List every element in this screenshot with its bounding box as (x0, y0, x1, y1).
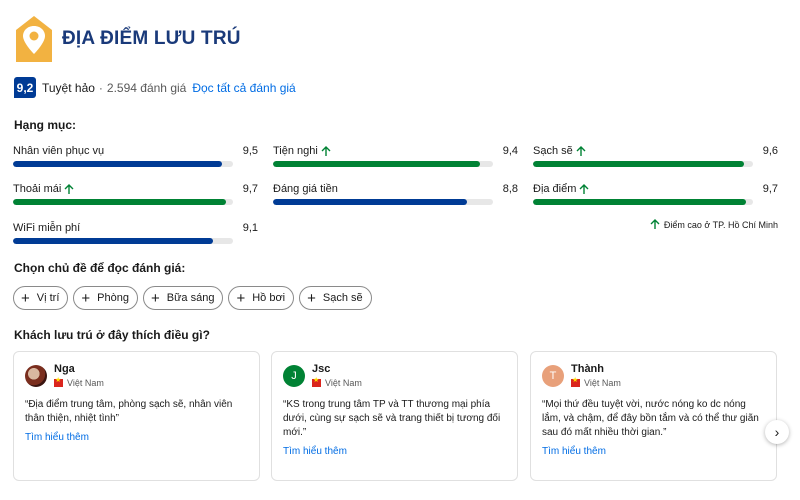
category-label: Thoải mái (13, 183, 62, 195)
plus-icon: + (81, 289, 91, 307)
vietnam-flag-icon (54, 376, 63, 387)
category-bar-fill (533, 161, 745, 167)
category-item: Sạch sẽ 9,6 (533, 144, 778, 167)
category-item: WiFi miễn phí 9,1 (13, 221, 258, 244)
review-quote: “KS trong trung tâm TP và TT thương mại … (283, 399, 501, 438)
topic-chip[interactable]: + Bữa sáng (142, 286, 224, 310)
topic-chip[interactable]: + Vị trí (13, 286, 69, 310)
avatar (25, 365, 47, 387)
reviewer-name: Thành (571, 363, 604, 375)
plus-icon: + (236, 289, 246, 307)
category-bar-fill (273, 161, 480, 167)
category-bar (13, 199, 233, 205)
topic-chip-label: Phòng (97, 292, 129, 304)
category-label: Địa điểm (533, 183, 577, 195)
vietnam-flag-icon (312, 376, 321, 387)
category-score: 9,7 (242, 183, 258, 195)
avatar: T (542, 365, 564, 387)
category-bar (533, 199, 753, 205)
score-word: Tuyệt hảo (42, 80, 95, 95)
page-title: ĐỊA ĐIỂM LƯU TRÚ (62, 28, 241, 49)
arrow-up-icon (576, 145, 586, 156)
topic-chip-label: Bữa sáng (166, 292, 215, 304)
score-badge: 9,2 (14, 77, 36, 98)
category-score: 8,8 (502, 183, 518, 195)
read-all-reviews-link[interactable]: Đọc tất cả đánh giá (192, 81, 295, 95)
avatar: J (283, 365, 305, 387)
category-label: Nhân viên phục vụ (13, 145, 105, 157)
categories-title: Hạng mục: (14, 118, 77, 132)
category-bar-fill (13, 161, 222, 167)
category-bar-fill (13, 199, 227, 205)
reviewer-name: Jsc (312, 363, 331, 375)
category-score: 9,4 (502, 145, 518, 157)
review-card: T Thành Việt Nam “Mọi thứ đều tuyệt vời, nư… (530, 351, 777, 481)
reviews-title: Khách lưu trú ở đây thích điều gì? (14, 328, 210, 342)
category-bar-fill (533, 199, 747, 205)
read-more-link[interactable]: Tìm hiểu thêm (283, 446, 506, 457)
reviewer-country: Việt Nam (571, 376, 621, 388)
score-summary: 9,2 Tuyệt hảo · 2.594 đánh giá Đọc tất c… (14, 77, 296, 98)
plus-icon: + (307, 289, 316, 307)
score-separator: · (98, 80, 103, 95)
read-more-link[interactable]: Tìm hiểu thêm (25, 432, 248, 443)
category-bar (273, 161, 493, 167)
category-bar (13, 238, 233, 244)
topic-chip-label: Hồ bơi (252, 292, 286, 304)
next-button[interactable]: › (765, 420, 789, 444)
topic-chip-label: Vị trí (36, 292, 60, 304)
topics-title: Chọn chủ đề để đọc đánh giá: (14, 261, 186, 275)
review-card: Nga Việt Nam “Địa điểm trung tâm, phòng sạ… (13, 351, 260, 481)
category-item: Địa điểm 9,7 (533, 182, 778, 205)
category-item: Đáng giá tiền 8,8 (273, 182, 518, 205)
high-score-note-text: Điểm cao ở TP. Hồ Chí Minh (663, 219, 778, 230)
review-quote: “Mọi thứ đều tuyệt vời, nước nóng ko dc … (542, 399, 759, 438)
category-bar (533, 161, 753, 167)
review-card: J Jsc Việt Nam “KS trong trung tâm TP và TT… (271, 351, 518, 481)
category-bar-fill (13, 238, 214, 244)
category-score: 9,1 (242, 222, 258, 234)
country-name: Việt Nam (67, 378, 104, 388)
category-score: 9,6 (762, 145, 778, 157)
review-count: 2.594 đánh giá (106, 80, 187, 95)
country-name: Việt Nam (584, 378, 621, 388)
category-item: Tiện nghi 9,4 (273, 144, 518, 167)
high-score-note: Điểm cao ở TP. Hồ Chí Minh (650, 219, 778, 230)
vietnam-flag-icon (571, 376, 580, 387)
location-pin-icon (16, 16, 52, 62)
category-score: 9,7 (762, 183, 778, 195)
plus-icon: + (21, 289, 30, 307)
chevron-right-icon: › (774, 424, 780, 440)
reviewer-name: Nga (54, 363, 75, 375)
topic-chip[interactable]: + Sạch sẽ (299, 286, 372, 310)
reviewer-country: Việt Nam (54, 376, 104, 388)
country-name: Việt Nam (325, 378, 362, 388)
category-label: WiFi miễn phí (13, 222, 81, 234)
category-bar (13, 161, 233, 167)
category-label: Sạch sẽ (533, 145, 573, 157)
category-item: Nhân viên phục vụ 9,5 (13, 144, 258, 167)
plus-icon: + (150, 289, 160, 307)
category-label: Đáng giá tiền (273, 183, 338, 195)
category-item: Thoải mái 9,7 (13, 182, 258, 205)
arrow-up-icon (650, 219, 660, 229)
topic-chip[interactable]: + Phòng (73, 286, 138, 310)
topic-chips: + Vị trí + Phòng + Bữa sáng + Hồ bơi + Sạch sẽ (13, 286, 372, 310)
arrow-up-icon (64, 183, 74, 194)
category-label: Tiện nghi (273, 145, 318, 157)
page-header: ĐỊA ĐIỂM LƯU TRÚ (14, 14, 241, 64)
arrow-up-icon (321, 145, 331, 156)
category-bar-fill (273, 199, 467, 205)
category-score: 9,5 (242, 145, 258, 157)
review-quote: “Địa điểm trung tâm, phòng sạch sẽ, nhân… (25, 399, 233, 424)
read-more-link[interactable]: Tìm hiểu thêm (542, 446, 765, 457)
arrow-up-icon (579, 183, 589, 194)
topic-chip[interactable]: + Hồ bơi (228, 286, 295, 310)
category-bar (273, 199, 493, 205)
topic-chip-label: Sạch sẽ (322, 292, 363, 304)
reviewer-country: Việt Nam (312, 376, 362, 388)
